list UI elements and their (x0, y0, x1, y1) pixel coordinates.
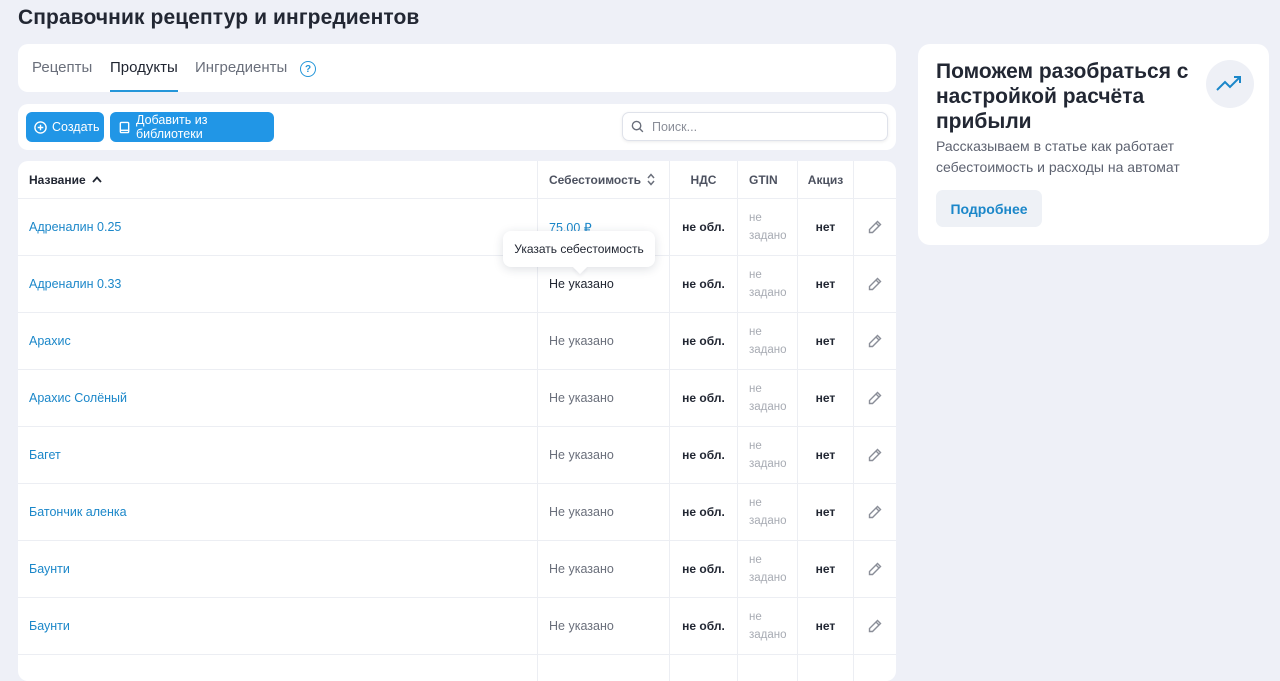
excise-value: нет (815, 277, 836, 291)
table-row[interactable]: Багет Не указано не обл. не задано нет (18, 427, 896, 484)
vat-value: не обл. (682, 220, 725, 234)
product-name-link[interactable]: Арахис Солёный (29, 391, 127, 405)
header-name[interactable]: Название (18, 161, 538, 198)
table-row[interactable]: Батончик аленка Не указано не обл. не за… (18, 484, 896, 541)
gtin-value: не задано (749, 326, 787, 356)
cost-value[interactable]: Не указано (549, 505, 614, 519)
product-name-link[interactable]: Баунти (29, 619, 70, 633)
products-table: Название Себестоимость НДС GTIN Акциз Ад… (18, 161, 896, 681)
gtin-value: не задано (749, 440, 787, 470)
header-excise: Акциз (798, 161, 854, 198)
table-row[interactable]: Адреналин 0.25 75,00 ₽ не обл. не задано… (18, 199, 896, 256)
pencil-icon[interactable] (867, 447, 883, 463)
table-row[interactable]: Баунти Не указано не обл. не задано нет (18, 598, 896, 655)
gtin-value: не задано (749, 611, 787, 641)
table-row[interactable]: Баунти Не указано не обл. не задано нет (18, 541, 896, 598)
search-box[interactable] (622, 112, 888, 141)
set-cost-tooltip: Указать себестоимость (503, 231, 655, 267)
pencil-icon[interactable] (867, 504, 883, 520)
product-name-link[interactable]: Адреналин 0.25 (29, 220, 121, 234)
cost-value[interactable]: Не указано (549, 448, 614, 462)
vat-value: не обл. (682, 277, 725, 291)
product-name-link[interactable]: Адреналин 0.33 (29, 277, 121, 291)
header-cost[interactable]: Себестоимость (538, 161, 670, 198)
pencil-icon[interactable] (867, 219, 883, 235)
gtin-value: не задано (749, 497, 787, 527)
vat-value: не обл. (682, 391, 725, 405)
excise-value: нет (815, 619, 836, 633)
learn-more-button[interactable]: Подробнее (936, 190, 1042, 227)
sort-both-icon (647, 173, 655, 186)
tab-products[interactable]: Продукты (110, 44, 178, 92)
excise-value: нет (815, 448, 836, 462)
trend-up-icon (1216, 76, 1241, 91)
tabs-bar: Рецепты Продукты Ингредиенты ? (18, 44, 896, 92)
pencil-icon[interactable] (867, 276, 883, 292)
gtin-value: не задано (749, 212, 787, 242)
create-button[interactable]: Создать (26, 112, 104, 142)
cost-value[interactable]: Не указано (549, 391, 614, 405)
help-icon[interactable]: ? (300, 61, 316, 77)
header-actions (854, 161, 896, 198)
pencil-icon[interactable] (867, 333, 883, 349)
plus-circle-icon (34, 120, 47, 134)
table-row-partial (18, 655, 896, 681)
table-row[interactable]: Арахис Солёный Не указано не обл. не зад… (18, 370, 896, 427)
gtin-value: не задано (749, 554, 787, 584)
create-button-label: Создать (52, 120, 100, 134)
product-name-link[interactable]: Багет (29, 448, 61, 462)
vat-value: не обл. (682, 619, 725, 633)
excise-value: нет (815, 505, 836, 519)
pencil-icon[interactable] (867, 561, 883, 577)
header-name-label: Название (29, 172, 86, 187)
excise-value: нет (815, 334, 836, 348)
book-icon (119, 121, 130, 133)
table-row[interactable]: Арахис Не указано не обл. не задано нет (18, 313, 896, 370)
excise-value: нет (815, 220, 836, 234)
search-input[interactable] (650, 118, 874, 135)
page-title: Справочник рецептур и ингредиентов (18, 6, 420, 29)
product-name-link[interactable]: Батончик аленка (29, 505, 127, 519)
product-name-link[interactable]: Арахис (29, 334, 71, 348)
gtin-value: не задано (749, 383, 787, 413)
cost-value[interactable]: Не указано (549, 619, 614, 633)
vat-value: не обл. (682, 448, 725, 462)
vat-value: не обл. (682, 334, 725, 348)
add-from-library-label: Добавить из библиотеки (136, 113, 208, 141)
excise-value: нет (815, 562, 836, 576)
cost-value[interactable]: Не указано (549, 334, 614, 348)
add-from-library-button[interactable]: Добавить из библиотеки (110, 112, 274, 142)
table-header: Название Себестоимость НДС GTIN Акциз (18, 161, 896, 199)
excise-value: нет (815, 391, 836, 405)
promo-icon-badge (1206, 60, 1254, 108)
header-cost-label: Себестоимость (549, 172, 642, 187)
promo-card: Поможем разобраться с настройкой расчёта… (918, 44, 1269, 245)
sort-asc-icon (91, 176, 102, 183)
tab-recipes[interactable]: Рецепты (32, 44, 92, 92)
vat-value: не обл. (682, 562, 725, 576)
vat-value: не обл. (682, 505, 725, 519)
pencil-icon[interactable] (867, 390, 883, 406)
pencil-icon[interactable] (867, 618, 883, 634)
promo-text: Рассказываем в статье как работает себес… (936, 138, 1180, 175)
product-name-link[interactable]: Баунти (29, 562, 70, 576)
cost-value[interactable]: Не указано (549, 562, 614, 576)
gtin-value: не задано (749, 269, 787, 299)
cost-value[interactable]: Не указано (549, 277, 614, 291)
header-vat: НДС (670, 161, 738, 198)
tab-ingredients[interactable]: Ингредиенты (195, 44, 287, 92)
table-row[interactable]: Адреналин 0.33 Не указано не обл. не зад… (18, 256, 896, 313)
search-icon (631, 120, 644, 133)
promo-title: Поможем разобраться с настройкой расчёта… (936, 60, 1189, 133)
header-gtin: GTIN (738, 161, 798, 198)
toolbar: Создать Добавить из библиотеки (18, 104, 896, 150)
